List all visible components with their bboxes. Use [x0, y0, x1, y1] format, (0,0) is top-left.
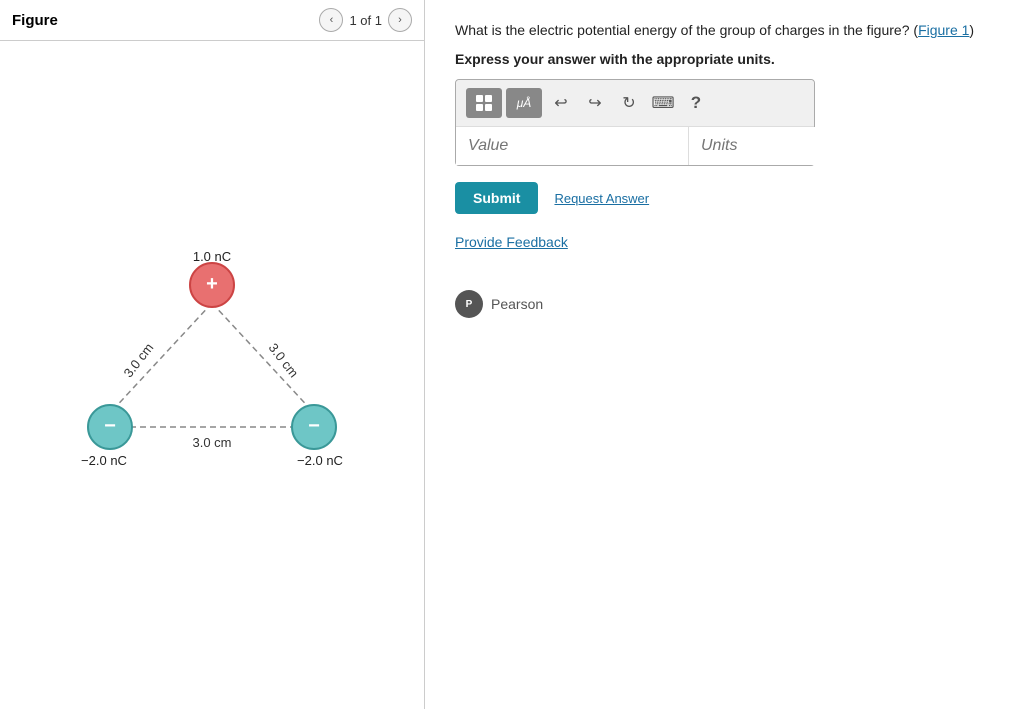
- svg-text:+: +: [206, 273, 218, 295]
- svg-text:3.0 cm: 3.0 cm: [121, 340, 157, 380]
- prev-button[interactable]: ‹: [319, 8, 343, 32]
- pearson-logo: P: [455, 290, 483, 318]
- nav-count: 1 of 1: [349, 13, 382, 28]
- pearson-footer: P Pearson: [455, 290, 994, 318]
- charge-diagram: + 1.0 nC − −2.0 nC − −2.0 nC 3.0 cm 3.0 …: [42, 225, 382, 525]
- left-panel: Figure ‹ 1 of 1 › + 1.0 nC − −2.0 nC − −…: [0, 0, 425, 709]
- refresh-icon: ↻: [622, 93, 635, 113]
- svg-text:−2.0 nC: −2.0 nC: [81, 453, 127, 468]
- grid-button[interactable]: [466, 88, 502, 118]
- undo-icon: ↩: [554, 93, 567, 113]
- help-button[interactable]: ?: [682, 89, 710, 117]
- units-input[interactable]: [689, 127, 921, 165]
- answer-inputs: [456, 127, 814, 165]
- keyboard-icon: ⌨: [651, 93, 674, 113]
- right-panel: What is the electric potential energy of…: [425, 0, 1024, 709]
- answer-box: μÅ ↩ ↪ ↻ ⌨ ?: [455, 79, 815, 166]
- svg-text:−2.0 nC: −2.0 nC: [297, 453, 343, 468]
- figure-nav: ‹ 1 of 1 ›: [319, 8, 412, 32]
- question-text: What is the electric potential energy of…: [455, 20, 994, 41]
- svg-text:1.0 nC: 1.0 nC: [193, 249, 231, 264]
- mu-label: μÅ: [517, 96, 532, 110]
- figure-title: Figure: [12, 12, 58, 29]
- pearson-label: Pearson: [491, 296, 543, 312]
- request-answer-button[interactable]: Request Answer: [554, 191, 649, 206]
- svg-text:3.0 cm: 3.0 cm: [192, 435, 231, 450]
- redo-icon: ↪: [588, 93, 601, 113]
- next-button[interactable]: ›: [388, 8, 412, 32]
- feedback-link[interactable]: Provide Feedback: [455, 234, 994, 250]
- figure-content: + 1.0 nC − −2.0 nC − −2.0 nC 3.0 cm 3.0 …: [0, 41, 424, 709]
- help-icon: ?: [691, 93, 701, 113]
- question-body: What is the electric potential energy of…: [455, 22, 910, 38]
- svg-text:−: −: [308, 415, 320, 437]
- figure-header: Figure ‹ 1 of 1 ›: [0, 0, 424, 41]
- redo-button[interactable]: ↪: [580, 88, 610, 118]
- refresh-button[interactable]: ↻: [614, 88, 644, 118]
- figure-link[interactable]: Figure 1: [918, 22, 969, 38]
- answer-toolbar: μÅ ↩ ↪ ↻ ⌨ ?: [456, 80, 814, 127]
- svg-text:−: −: [104, 415, 116, 437]
- keyboard-button[interactable]: ⌨: [648, 88, 678, 118]
- value-input[interactable]: [456, 127, 689, 165]
- submit-button[interactable]: Submit: [455, 182, 538, 214]
- grid-icon: [475, 94, 493, 112]
- instruction-text: Express your answer with the appropriate…: [455, 51, 994, 67]
- mu-button[interactable]: μÅ: [506, 88, 542, 118]
- svg-text:3.0 cm: 3.0 cm: [266, 340, 302, 380]
- answer-actions: Submit Request Answer: [455, 182, 994, 214]
- undo-button[interactable]: ↩: [546, 88, 576, 118]
